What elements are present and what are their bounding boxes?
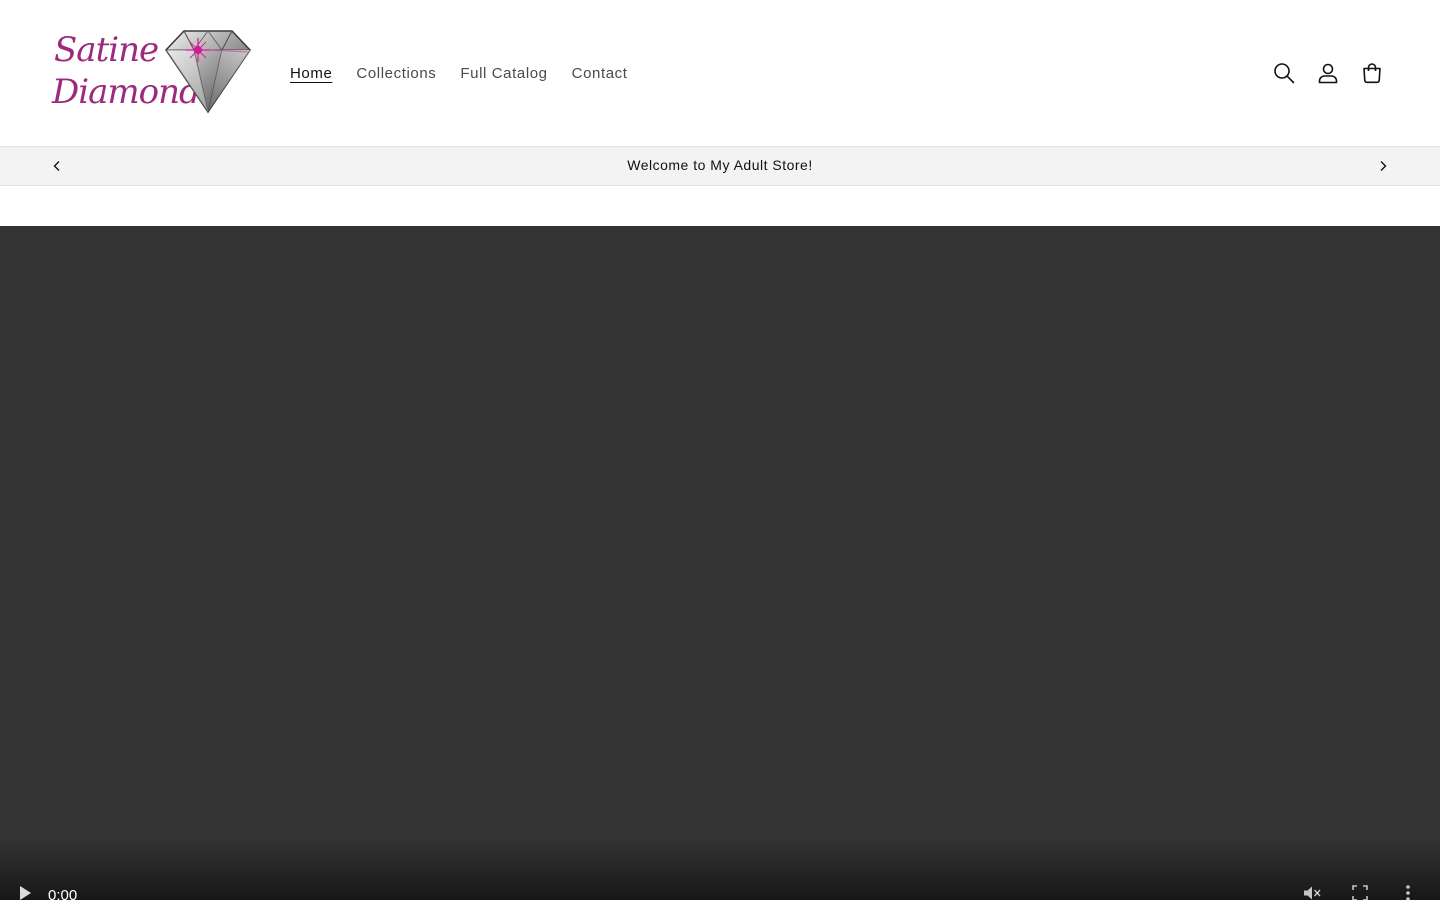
- nav-item-contact[interactable]: Contact: [560, 65, 640, 82]
- hero-video[interactable]: 0:00: [0, 226, 1440, 900]
- section-spacer: [0, 186, 1440, 226]
- video-controls: 0:00: [0, 840, 1440, 900]
- video-fullscreen-button[interactable]: [1336, 878, 1384, 900]
- search-button[interactable]: [1262, 51, 1306, 95]
- video-more-options-button[interactable]: [1384, 878, 1432, 900]
- video-mute-button[interactable]: [1288, 878, 1336, 900]
- header-icons: [1262, 51, 1394, 95]
- announcement-bar: Welcome to My Adult Store!: [0, 146, 1440, 186]
- brand-name-line1: Satine: [54, 30, 159, 70]
- fullscreen-icon: [1352, 885, 1368, 900]
- nav-item-home[interactable]: Home: [278, 65, 344, 82]
- diamond-icon: [165, 30, 251, 114]
- account-button[interactable]: [1306, 51, 1350, 95]
- brand-logo[interactable]: Satine Diamond: [50, 26, 255, 118]
- nav-item-full-catalog[interactable]: Full Catalog: [448, 65, 559, 82]
- muted-speaker-icon: [1304, 886, 1321, 900]
- video-play-button[interactable]: [10, 878, 40, 900]
- cart-icon: [1363, 63, 1381, 84]
- search-icon: [1274, 63, 1295, 84]
- cart-button[interactable]: [1350, 51, 1394, 95]
- nav-item-collections[interactable]: Collections: [344, 65, 448, 82]
- account-icon: [1318, 63, 1338, 84]
- main-nav: Home Collections Full Catalog Contact: [278, 60, 640, 86]
- video-current-time: 0:00: [48, 887, 78, 900]
- play-icon: [20, 886, 31, 900]
- video-right-controls: [1288, 878, 1432, 900]
- announcement-next-button[interactable]: [1368, 151, 1398, 181]
- chevron-right-icon: [1380, 161, 1387, 171]
- more-vertical-icon: [1406, 885, 1410, 900]
- site-header: Satine Diamond Home Collections Full Cat…: [0, 0, 1440, 146]
- announcement-message: Welcome to My Adult Store!: [627, 157, 813, 173]
